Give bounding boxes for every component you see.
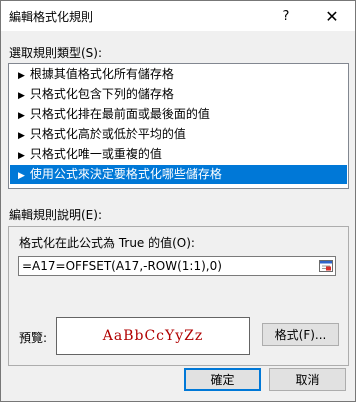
format-preview: AaBbCcYyZz	[56, 317, 250, 355]
rule-type-item-selected[interactable]: ▶ 使用公式來決定要格式化哪些儲存格	[10, 165, 347, 184]
triangle-bullet-icon: ▶	[18, 111, 25, 121]
triangle-bullet-icon: ▶	[18, 71, 25, 81]
rule-description-label: 編輯規則說明(E):	[9, 208, 102, 222]
triangle-bullet-icon: ▶	[18, 171, 25, 181]
preview-label: 預覽:	[19, 331, 48, 345]
rule-type-item[interactable]: ▶ 只格式化排在最前面或最後面的值	[10, 105, 347, 124]
triangle-bullet-icon: ▶	[18, 151, 25, 161]
format-button[interactable]: 格式(F)...	[262, 323, 339, 346]
rule-type-item[interactable]: ▶ 根據其值格式化所有儲存格	[10, 65, 347, 84]
formula-label: 格式化在此公式為 True 的值(O):	[19, 236, 195, 250]
rule-type-item[interactable]: ▶ 只格式化唯一或重複的值	[10, 145, 347, 164]
close-button[interactable]: ✕	[309, 1, 355, 31]
help-button[interactable]: ?	[263, 1, 309, 31]
triangle-bullet-icon: ▶	[18, 91, 25, 101]
rule-type-item[interactable]: ▶ 只格式化高於或低於平均的值	[10, 125, 347, 144]
title-bar: 編輯格式化規則 ? ✕	[1, 1, 355, 31]
cancel-button[interactable]: 取消	[269, 368, 346, 391]
rule-type-item[interactable]: ▶ 只格式化包含下列的儲存格	[10, 85, 347, 104]
edit-format-rule-dialog: 編輯格式化規則 ? ✕ 選取規則類型(S): ▶ 根據其值格式化所有儲存格 ▶ 只格…	[0, 0, 356, 402]
formula-value[interactable]: =A17=OFFSET(A17,-ROW(1:1),0)	[22, 259, 222, 273]
triangle-bullet-icon: ▶	[18, 131, 25, 141]
dialog-title: 編輯格式化規則	[9, 10, 94, 24]
ok-button[interactable]: 確定	[184, 368, 261, 391]
rule-type-list[interactable]: ▶ 根據其值格式化所有儲存格 ▶ 只格式化包含下列的儲存格 ▶ 只格式化排在最前面或最…	[8, 63, 349, 189]
preview-sample-text: AaBbCcYyZz	[102, 328, 204, 344]
collapse-dialog-icon[interactable]	[318, 258, 334, 274]
formula-input[interactable]: =A17=OFFSET(A17,-ROW(1:1),0)	[18, 256, 336, 276]
rule-type-label: 選取規則類型(S):	[9, 46, 103, 60]
